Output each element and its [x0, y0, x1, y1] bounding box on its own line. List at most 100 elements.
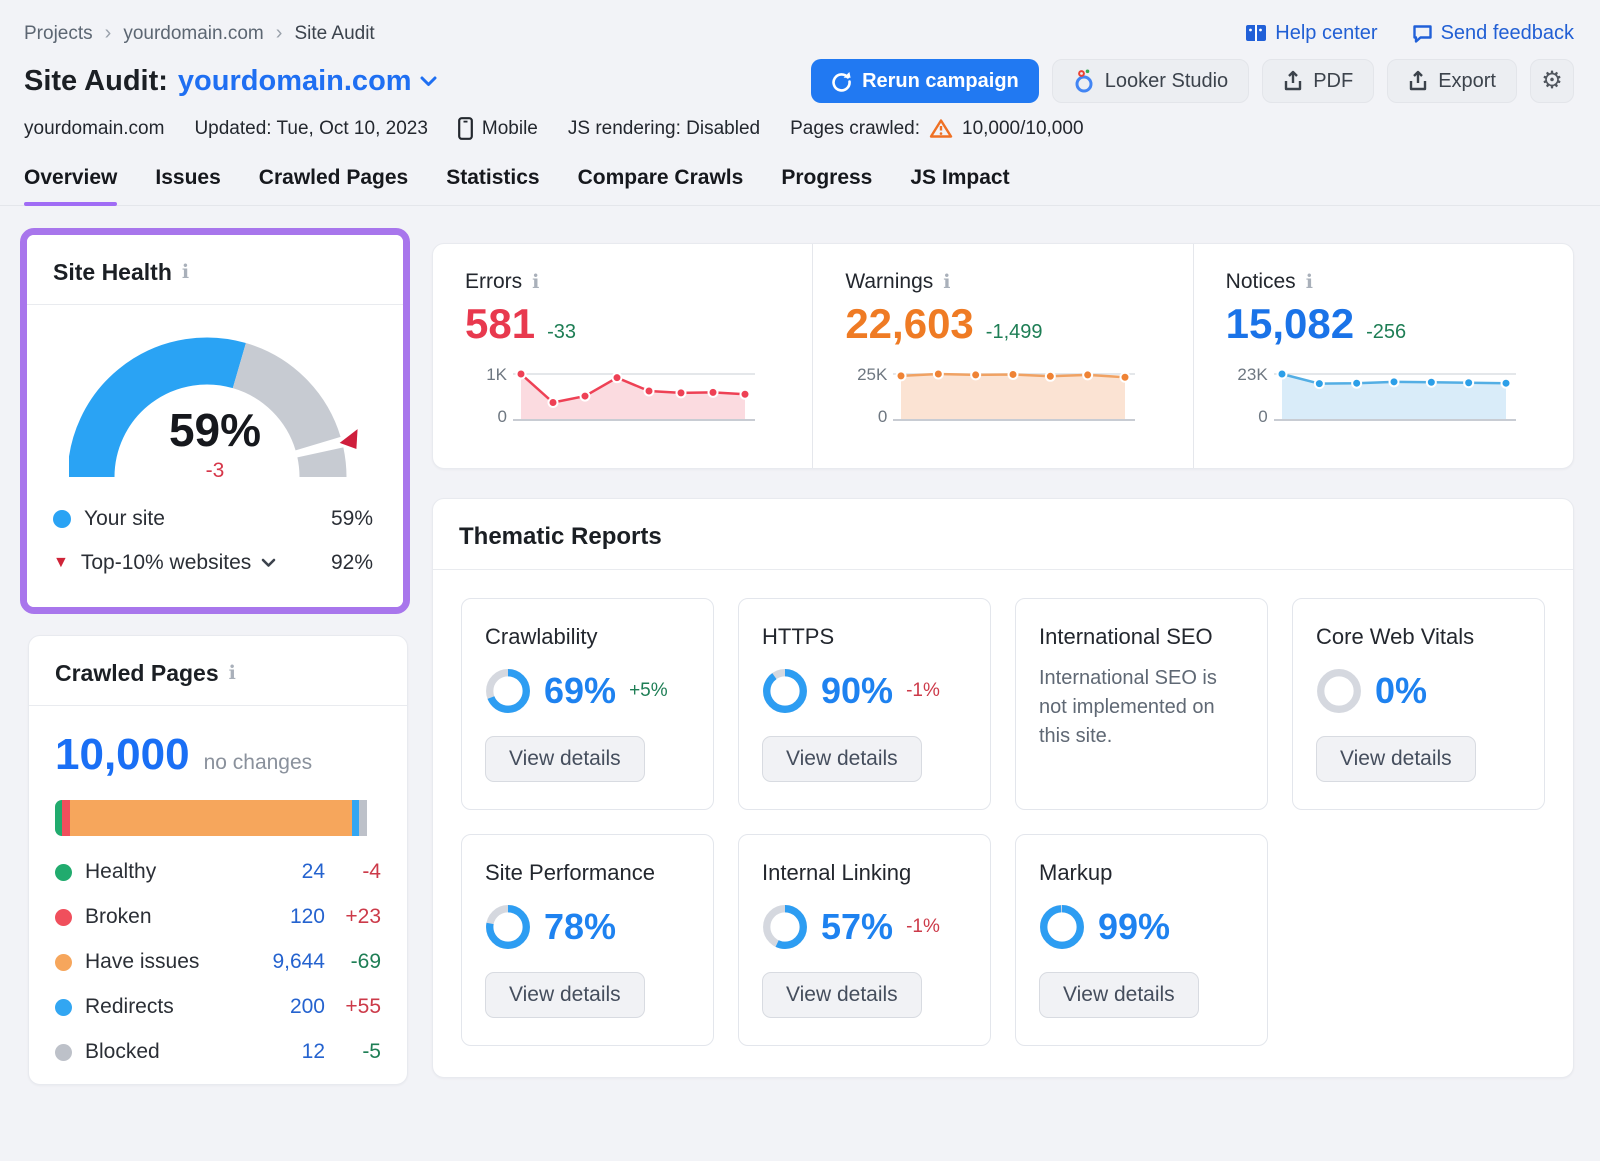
- chevron-right-icon: ›: [105, 22, 112, 45]
- crawled-total[interactable]: 10,000: [55, 730, 190, 780]
- info-icon[interactable]: i: [182, 263, 189, 282]
- errors-stat: Errors i 581 -33 1K 0: [433, 244, 812, 468]
- green-dot-icon: [55, 864, 72, 881]
- bar-segment-have-issues[interactable]: [70, 800, 352, 836]
- toolbar: Rerun campaign Looker Studio PDF: [811, 59, 1574, 103]
- warning-triangle-icon: [929, 118, 953, 139]
- tab-progress[interactable]: Progress: [781, 166, 872, 205]
- chevron-down-icon: [261, 558, 276, 568]
- meta-domain: yourdomain.com: [24, 118, 164, 140]
- markup-card: Markup 99% View details: [1015, 834, 1268, 1046]
- tab-crawled-pages[interactable]: Crawled Pages: [259, 166, 408, 205]
- y-axis-min: 0: [878, 407, 887, 427]
- settings-button[interactable]: ⚙: [1530, 59, 1574, 103]
- errors-delta: -33: [547, 321, 576, 344]
- crawled-pages-card: Crawled Pages i 10,000 no changes Health…: [28, 635, 408, 1085]
- info-icon[interactable]: i: [229, 664, 236, 683]
- looker-studio-button[interactable]: Looker Studio: [1052, 59, 1249, 103]
- international-seo-note: International SEO is not implemented on …: [1039, 664, 1244, 751]
- meta-device: Mobile: [458, 117, 538, 140]
- thematic-reports-title: Thematic Reports: [459, 523, 662, 551]
- refresh-icon: [831, 71, 852, 92]
- notices-label: Notices: [1226, 270, 1296, 294]
- warnings-delta: -1,499: [986, 321, 1043, 344]
- errors-sparkline: [511, 362, 755, 428]
- breadcrumb-projects[interactable]: Projects: [24, 23, 93, 45]
- internal-linking-card: Internal Linking 57% -1% View details: [738, 834, 991, 1046]
- campaign-selector[interactable]: yourdomain.com: [178, 65, 437, 98]
- crawled-pages-header: Crawled Pages i: [29, 636, 407, 706]
- bar-segment-broken[interactable]: [62, 800, 70, 836]
- https-donut: [762, 668, 808, 714]
- tab-overview[interactable]: Overview: [24, 166, 117, 205]
- legend-row-blocked: Blocked 12 -5: [55, 1040, 381, 1064]
- red-triangle-icon: ▼: [53, 554, 69, 572]
- tab-js-impact[interactable]: JS Impact: [910, 166, 1009, 205]
- breadcrumb-domain[interactable]: yourdomain.com: [123, 23, 263, 45]
- y-axis-min: 0: [498, 407, 507, 427]
- notices-sparkline: [1272, 362, 1516, 428]
- site-health-header: Site Health i: [27, 235, 403, 305]
- chevron-right-icon: ›: [276, 22, 283, 45]
- breadcrumb-site-audit: Site Audit: [294, 23, 374, 45]
- y-axis-min: 0: [1258, 407, 1267, 427]
- info-icon[interactable]: i: [532, 273, 539, 292]
- crawled-legend: Healthy 24 -4 Broken 120 +23 Have issues…: [55, 860, 381, 1064]
- info-icon[interactable]: i: [1306, 273, 1313, 292]
- crawled-stacked-bar: [55, 800, 381, 836]
- errors-value[interactable]: 581: [465, 300, 535, 348]
- crawlability-donut: [485, 668, 531, 714]
- help-center-link[interactable]: Help center: [1245, 22, 1377, 45]
- internal-linking-donut: [762, 904, 808, 950]
- warnings-sparkline: [891, 362, 1135, 428]
- meta-pages-crawled: Pages crawled: 10,000/10,000: [790, 118, 1083, 140]
- errors-label: Errors: [465, 270, 522, 294]
- info-icon[interactable]: i: [943, 273, 950, 292]
- crawlability-view-details-button[interactable]: View details: [485, 736, 645, 782]
- y-axis-max: 1K: [486, 365, 507, 385]
- book-icon: [1245, 24, 1267, 43]
- thematic-reports-header: Thematic Reports: [433, 499, 1573, 570]
- warnings-label: Warnings: [845, 270, 933, 294]
- export-button[interactable]: Export: [1387, 59, 1517, 103]
- https-view-details-button[interactable]: View details: [762, 736, 922, 782]
- legend-top10-websites[interactable]: ▼ Top-10% websites 92%: [53, 551, 373, 575]
- legend-row-broken: Broken 120 +23: [55, 905, 381, 929]
- chat-bubble-icon: [1412, 24, 1433, 44]
- site-health-score: 59%: [69, 403, 361, 457]
- international-seo-card: International SEO International SEO is n…: [1015, 598, 1268, 810]
- core-web-vitals-view-details-button[interactable]: View details: [1316, 736, 1476, 782]
- markup-view-details-button[interactable]: View details: [1039, 972, 1199, 1018]
- bar-segment-blocked[interactable]: [359, 800, 367, 836]
- rerun-campaign-button[interactable]: Rerun campaign: [811, 59, 1039, 103]
- site-health-highlight-frame: Site Health i 59% -3 Your site 59% ▼ To: [20, 228, 410, 614]
- upload-icon: [1283, 70, 1303, 92]
- upload-icon: [1408, 70, 1428, 92]
- site-performance-view-details-button[interactable]: View details: [485, 972, 645, 1018]
- tab-statistics[interactable]: Statistics: [446, 166, 539, 205]
- thematic-grid: Crawlability 69% +5% View details HTTPS: [433, 570, 1573, 1074]
- notices-value[interactable]: 15,082: [1226, 300, 1354, 348]
- site-performance-donut: [485, 904, 531, 950]
- blue-dot-icon: [55, 999, 72, 1016]
- campaign-meta: yourdomain.com Updated: Tue, Oct 10, 202…: [0, 103, 1600, 140]
- send-feedback-link[interactable]: Send feedback: [1412, 22, 1574, 45]
- gray-dot-icon: [55, 1044, 72, 1061]
- https-card: HTTPS 90% -1% View details: [738, 598, 991, 810]
- tab-issues[interactable]: Issues: [155, 166, 220, 205]
- breadcrumb: Projects › yourdomain.com › Site Audit: [24, 22, 375, 45]
- bar-segment-redirects[interactable]: [352, 800, 360, 836]
- markup-donut: [1039, 904, 1085, 950]
- internal-linking-view-details-button[interactable]: View details: [762, 972, 922, 1018]
- report-tabs: Overview Issues Crawled Pages Statistics…: [0, 140, 1600, 206]
- legend-row-redirects: Redirects 200 +55: [55, 995, 381, 1019]
- header-links: Help center Send feedback: [1245, 22, 1574, 45]
- pdf-button[interactable]: PDF: [1262, 59, 1374, 103]
- chevron-down-icon: [420, 76, 437, 87]
- y-axis-max: 25K: [857, 365, 887, 385]
- warnings-value[interactable]: 22,603: [845, 300, 973, 348]
- tab-compare-crawls[interactable]: Compare Crawls: [578, 166, 744, 205]
- legend-your-site: Your site 59%: [53, 507, 373, 531]
- gear-icon: ⚙: [1541, 69, 1563, 93]
- looker-studio-icon: [1073, 68, 1095, 94]
